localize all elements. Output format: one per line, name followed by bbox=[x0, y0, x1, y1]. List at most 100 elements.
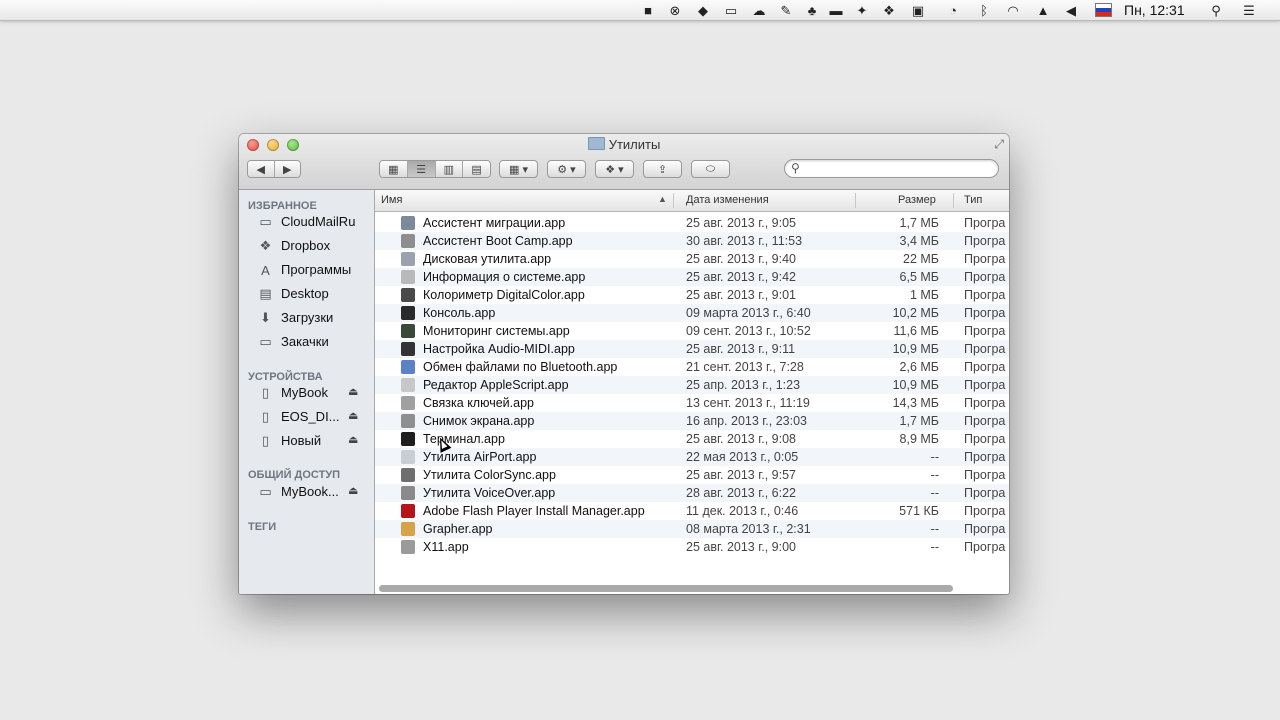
tags-button[interactable]: ⬭ bbox=[691, 160, 730, 178]
action-button[interactable]: ⚙ ▾ bbox=[547, 160, 586, 178]
file-row[interactable]: Колориметр DigitalColor.app 25 авг. 2013 … bbox=[375, 286, 1009, 304]
wifi-icon[interactable]: ◠ bbox=[1004, 2, 1022, 18]
file-row[interactable]: Терминал.app 25 авг. 2013 г., 9:08 8,9 МБ П… bbox=[375, 430, 1009, 448]
forward-button[interactable]: ▶ bbox=[274, 161, 300, 177]
file-name: Редактор AppleScript.app bbox=[423, 378, 569, 392]
file-row[interactable]: X11.app 25 авг. 2013 г., 9:00 -- Програ bbox=[375, 538, 1009, 556]
list-view-icon[interactable]: ☰ bbox=[407, 161, 436, 177]
screen-icon[interactable]: ▣ bbox=[909, 2, 927, 18]
file-date: 30 авг. 2013 г., 11:53 bbox=[686, 234, 803, 248]
evernote-icon[interactable]: ♣ bbox=[803, 2, 821, 18]
column-header-name[interactable]: Имя bbox=[381, 194, 402, 206]
display-icon[interactable]: ▭ bbox=[722, 2, 740, 18]
horizontal-scrollbar[interactable] bbox=[379, 585, 953, 592]
back-button[interactable]: ◀ bbox=[248, 161, 275, 177]
app-icon bbox=[401, 306, 415, 320]
cloud-icon[interactable]: ☁ bbox=[750, 2, 768, 18]
search-input[interactable] bbox=[807, 161, 991, 177]
app-icon bbox=[401, 324, 415, 338]
dropbox-button[interactable]: ❖ ▾ bbox=[595, 160, 634, 178]
column-header-type[interactable]: Тип bbox=[964, 194, 982, 206]
column-divider[interactable] bbox=[855, 193, 856, 208]
column-header-date[interactable]: Дата изменения bbox=[686, 194, 769, 206]
flag-icon[interactable] bbox=[1094, 2, 1112, 18]
file-date: 25 авг. 2013 г., 9:42 bbox=[686, 270, 797, 284]
file-row[interactable]: Ассистент Boot Camp.app 30 авг. 2013 г., … bbox=[375, 232, 1009, 250]
file-row[interactable]: Редактор AppleScript.app 25 апр. 2013 г.,… bbox=[375, 376, 1009, 394]
back-forward-control: ◀ ▶ bbox=[247, 160, 301, 178]
sidebar-item-downloads[interactable]: ⬇ Загрузки bbox=[239, 307, 374, 329]
app-icon[interactable]: ◆ bbox=[694, 2, 712, 18]
dropbox-icon: ❖ bbox=[259, 238, 272, 253]
file-row[interactable]: Обмен файлами по Bluetooth.app 21 сент. 2… bbox=[375, 358, 1009, 376]
sidebar-item-novyi[interactable]: ▯ Новый ⏏ bbox=[239, 430, 374, 452]
volume-icon[interactable]: ◀ bbox=[1062, 2, 1080, 18]
file-row[interactable]: Ассистент миграции.app 25 авг. 2013 г., 9… bbox=[375, 214, 1009, 232]
file-row[interactable]: Настройка Audio-MIDI.app 25 авг. 2013 г.,… bbox=[375, 340, 1009, 358]
sidebar-item-dropbox[interactable]: ❖ Dropbox bbox=[239, 235, 374, 257]
file-type: Програ bbox=[964, 252, 1006, 266]
menu-list-icon[interactable]: ☰ bbox=[1240, 2, 1258, 18]
file-date: 28 авг. 2013 г., 6:22 bbox=[686, 486, 797, 500]
wrench-icon[interactable]: ✎ bbox=[777, 2, 795, 18]
eject-icon[interactable]: ▲ bbox=[1034, 2, 1052, 18]
column-header-size[interactable]: Размер bbox=[898, 194, 936, 206]
share-button[interactable]: ⇪ bbox=[643, 160, 682, 178]
file-name: Связка ключей.app bbox=[423, 396, 534, 410]
gear-icon: ⚙ ▾ bbox=[557, 163, 576, 176]
file-name: Утилита VoiceOver.app bbox=[423, 486, 556, 500]
eject-icon[interactable]: ⏏ bbox=[348, 409, 358, 422]
icon-view-icon[interactable]: ▦ bbox=[380, 161, 408, 177]
fullscreen-icon[interactable]: ⤢ bbox=[994, 137, 1004, 152]
file-row[interactable]: Дисковая утилита.app 25 авг. 2013 г., 9:4… bbox=[375, 250, 1009, 268]
sidebar-item-applications[interactable]: A Программы bbox=[239, 259, 374, 281]
clock[interactable]: Пн, 12:31 bbox=[1124, 2, 1185, 18]
column-view-icon[interactable]: ▥ bbox=[435, 161, 464, 177]
file-row[interactable]: Утилита VoiceOver.app 28 авг. 2013 г., 6:… bbox=[375, 484, 1009, 502]
app-icon bbox=[401, 288, 415, 302]
file-row[interactable]: Утилита AirPort.app 22 мая 2013 г., 0:05-… bbox=[375, 448, 1009, 466]
file-size: -- bbox=[930, 450, 939, 464]
eject-icon[interactable]: ⏏ bbox=[348, 385, 358, 398]
eject-icon[interactable]: ⏏ bbox=[348, 484, 358, 497]
file-row[interactable]: Снимок экрана.app 16 апр. 2013 г., 23:03 1… bbox=[375, 412, 1009, 430]
sidebar-item-cloudmailru[interactable]: ▭ CloudMailRu bbox=[239, 211, 374, 233]
file-row[interactable]: Adobe Flash Player Install Manager.app 11… bbox=[375, 502, 1009, 520]
file-row[interactable]: Информация о системе.app 25 авг. 2013 г.,… bbox=[375, 268, 1009, 286]
file-row[interactable]: Мониторинг системы.app 09 сент. 2013 г., … bbox=[375, 322, 1009, 340]
dropbox-icon[interactable]: ❖ bbox=[880, 2, 898, 18]
column-divider[interactable] bbox=[953, 193, 954, 208]
app-icon bbox=[401, 252, 415, 266]
app-icon bbox=[401, 432, 415, 446]
bluetooth-icon[interactable]: ᛒ bbox=[975, 2, 993, 18]
file-date: 25 апр. 2013 г., 1:23 bbox=[686, 378, 801, 392]
file-row[interactable]: Grapher.app 08 марта 2013 г., 2:31 -- Прогр… bbox=[375, 520, 1009, 538]
search-field[interactable]: ⚲ bbox=[784, 159, 999, 178]
finder-window: Утилиты ⤢ ◀ ▶ ▦ ☰ ▥ ▤ ▦ ▾ ⚙ ▾ ❖ ▾ ⇪ ⬭ ⚲ … bbox=[239, 134, 1009, 594]
sidebar-item-zakachki[interactable]: ▭ Закачки bbox=[239, 331, 374, 353]
sidebar-item-eos-digital[interactable]: ▯ EOS_DI... ⏏ bbox=[239, 406, 374, 428]
file-row[interactable]: Консоль.app 09 марта 2013 г., 6:40 10,2 МБ… bbox=[375, 304, 1009, 322]
video-camera-icon[interactable]: ■ bbox=[639, 2, 657, 18]
x-circle-icon[interactable]: ⊗ bbox=[666, 2, 684, 18]
file-row[interactable]: Связка ключей.app 13 сент. 2013 г., 11:19… bbox=[375, 394, 1009, 412]
sidebar-item-desktop[interactable]: ▤ Desktop bbox=[239, 283, 374, 305]
coverflow-view-icon[interactable]: ▤ bbox=[463, 161, 490, 177]
title-bar[interactable]: Утилиты ⤢ ◀ ▶ ▦ ☰ ▥ ▤ ▦ ▾ ⚙ ▾ ❖ ▾ ⇪ ⬭ ⚲ bbox=[239, 134, 1009, 190]
file-list: Ассистент миграции.app 25 авг. 2013 г., 9… bbox=[375, 214, 1009, 584]
dropbox-icon[interactable]: ✦ bbox=[853, 2, 871, 18]
chat-icon[interactable]: ▬ bbox=[827, 2, 845, 18]
file-type: Програ bbox=[964, 450, 1006, 464]
time-machine-icon[interactable]: ◔ bbox=[944, 2, 962, 18]
column-divider[interactable] bbox=[673, 193, 674, 208]
arrange-button[interactable]: ▦ ▾ bbox=[499, 160, 538, 178]
file-name: Колориметр DigitalColor.app bbox=[423, 288, 585, 302]
file-date: 16 апр. 2013 г., 23:03 bbox=[686, 414, 808, 428]
sidebar-item-mybook[interactable]: ▯ MyBook ⏏ bbox=[239, 382, 374, 404]
app-icon bbox=[401, 396, 415, 410]
eject-icon[interactable]: ⏏ bbox=[348, 433, 358, 446]
spotlight-search-icon[interactable]: ⚲ bbox=[1207, 2, 1225, 18]
file-row[interactable]: Утилита ColorSync.app 25 авг. 2013 г., 9:… bbox=[375, 466, 1009, 484]
sidebar-item-mybook-shared[interactable]: ▭ MyBook... ⏏ bbox=[239, 481, 374, 503]
file-size: -- bbox=[930, 468, 939, 482]
